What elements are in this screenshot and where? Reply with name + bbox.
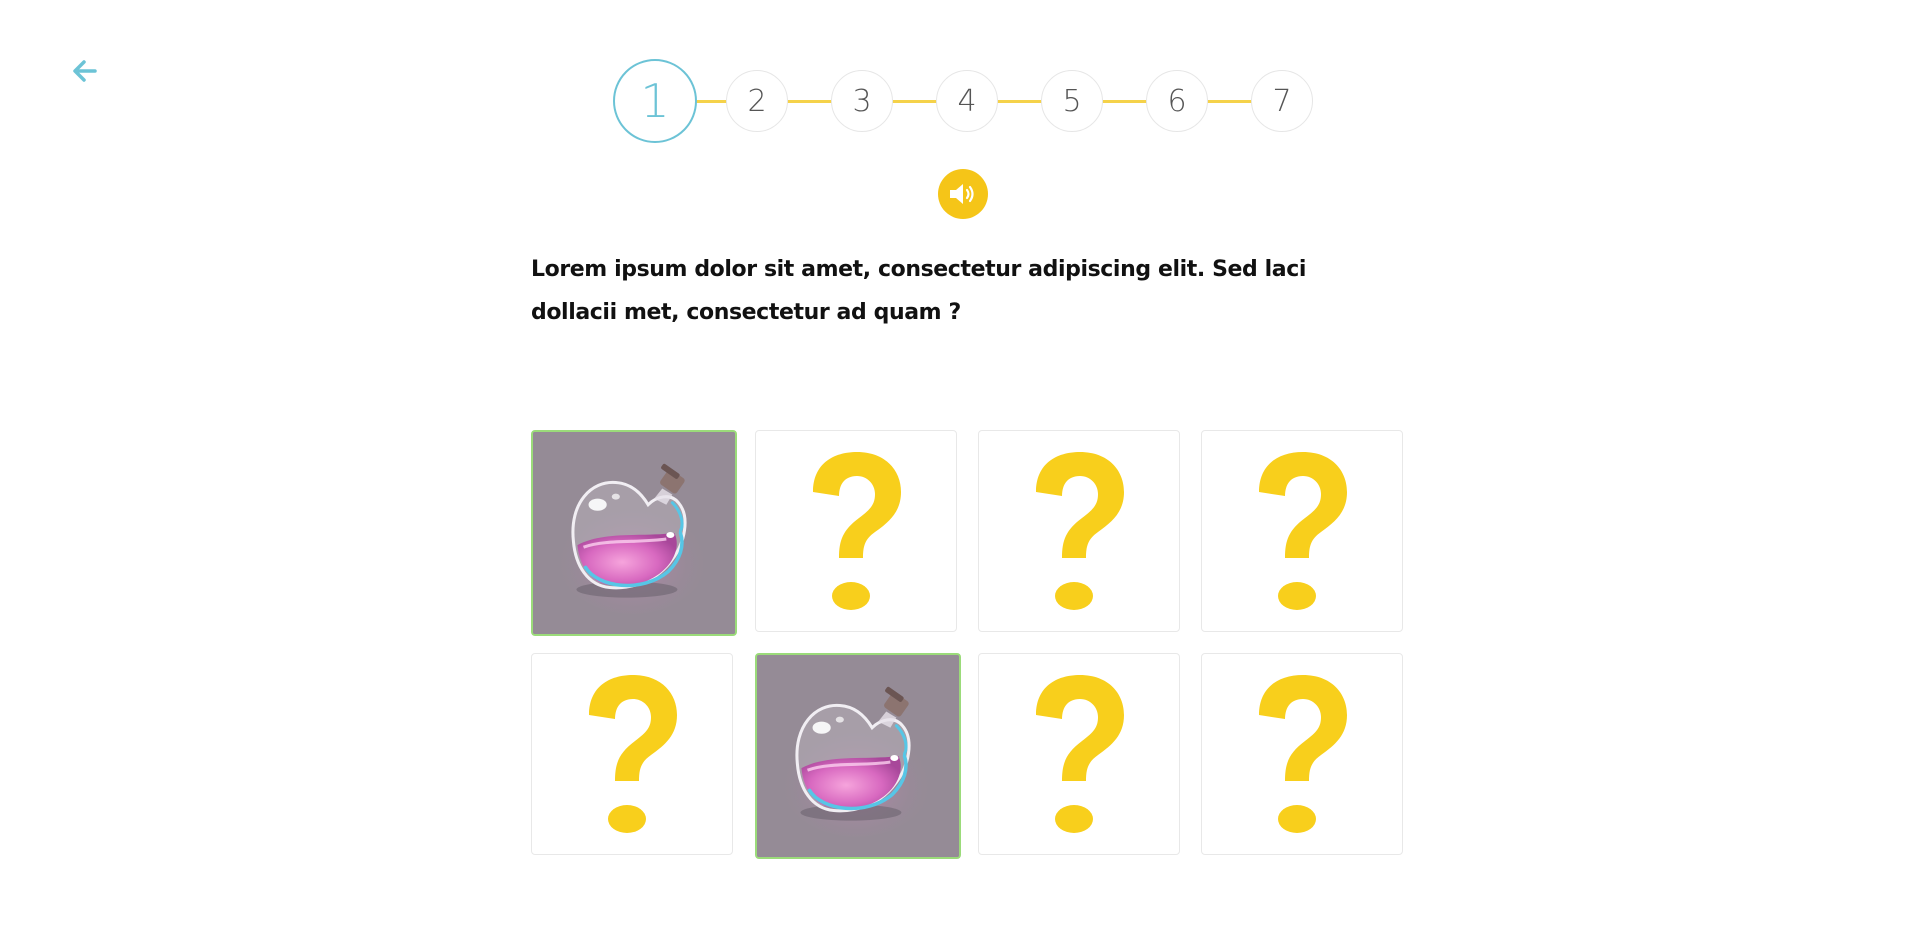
step-7[interactable]: 7 xyxy=(1251,70,1313,132)
speaker-icon xyxy=(950,184,974,204)
back-button[interactable] xyxy=(68,54,102,88)
memory-card-revealed[interactable] xyxy=(755,653,961,859)
arrow-left-icon xyxy=(73,60,97,82)
memory-card-revealed[interactable] xyxy=(531,430,737,636)
step-6[interactable]: 6 xyxy=(1146,70,1208,132)
memory-card-hidden[interactable] xyxy=(755,430,957,632)
memory-card-hidden[interactable] xyxy=(1201,430,1403,632)
memory-card-hidden[interactable] xyxy=(978,430,1180,632)
step-5[interactable]: 5 xyxy=(1041,70,1103,132)
question-mark-icon xyxy=(1036,675,1124,833)
step-4[interactable]: 4 xyxy=(936,70,998,132)
step-2[interactable]: 2 xyxy=(726,70,788,132)
potion-bottle-image xyxy=(757,655,959,857)
question-mark-icon xyxy=(813,452,901,610)
question-text: Lorem ipsum dolor sit amet, consectetur … xyxy=(531,257,1307,325)
step-1[interactable]: 1 xyxy=(613,59,697,143)
memory-card-hidden[interactable] xyxy=(531,653,733,855)
step-3[interactable]: 3 xyxy=(831,70,893,132)
question-mark-icon xyxy=(1259,675,1347,833)
question-mark-icon xyxy=(589,675,677,833)
question-mark-icon xyxy=(1259,452,1347,610)
memory-card-hidden[interactable] xyxy=(1201,653,1403,855)
memory-game-page: 1234567 Lorem ipsum dolor sit amet, cons… xyxy=(0,0,1920,933)
step-progress: 1234567 xyxy=(612,59,1313,145)
potion-bottle-image xyxy=(533,432,735,634)
memory-card-hidden[interactable] xyxy=(978,653,1180,855)
audio-button[interactable] xyxy=(938,169,988,219)
question-mark-icon xyxy=(1036,452,1124,610)
